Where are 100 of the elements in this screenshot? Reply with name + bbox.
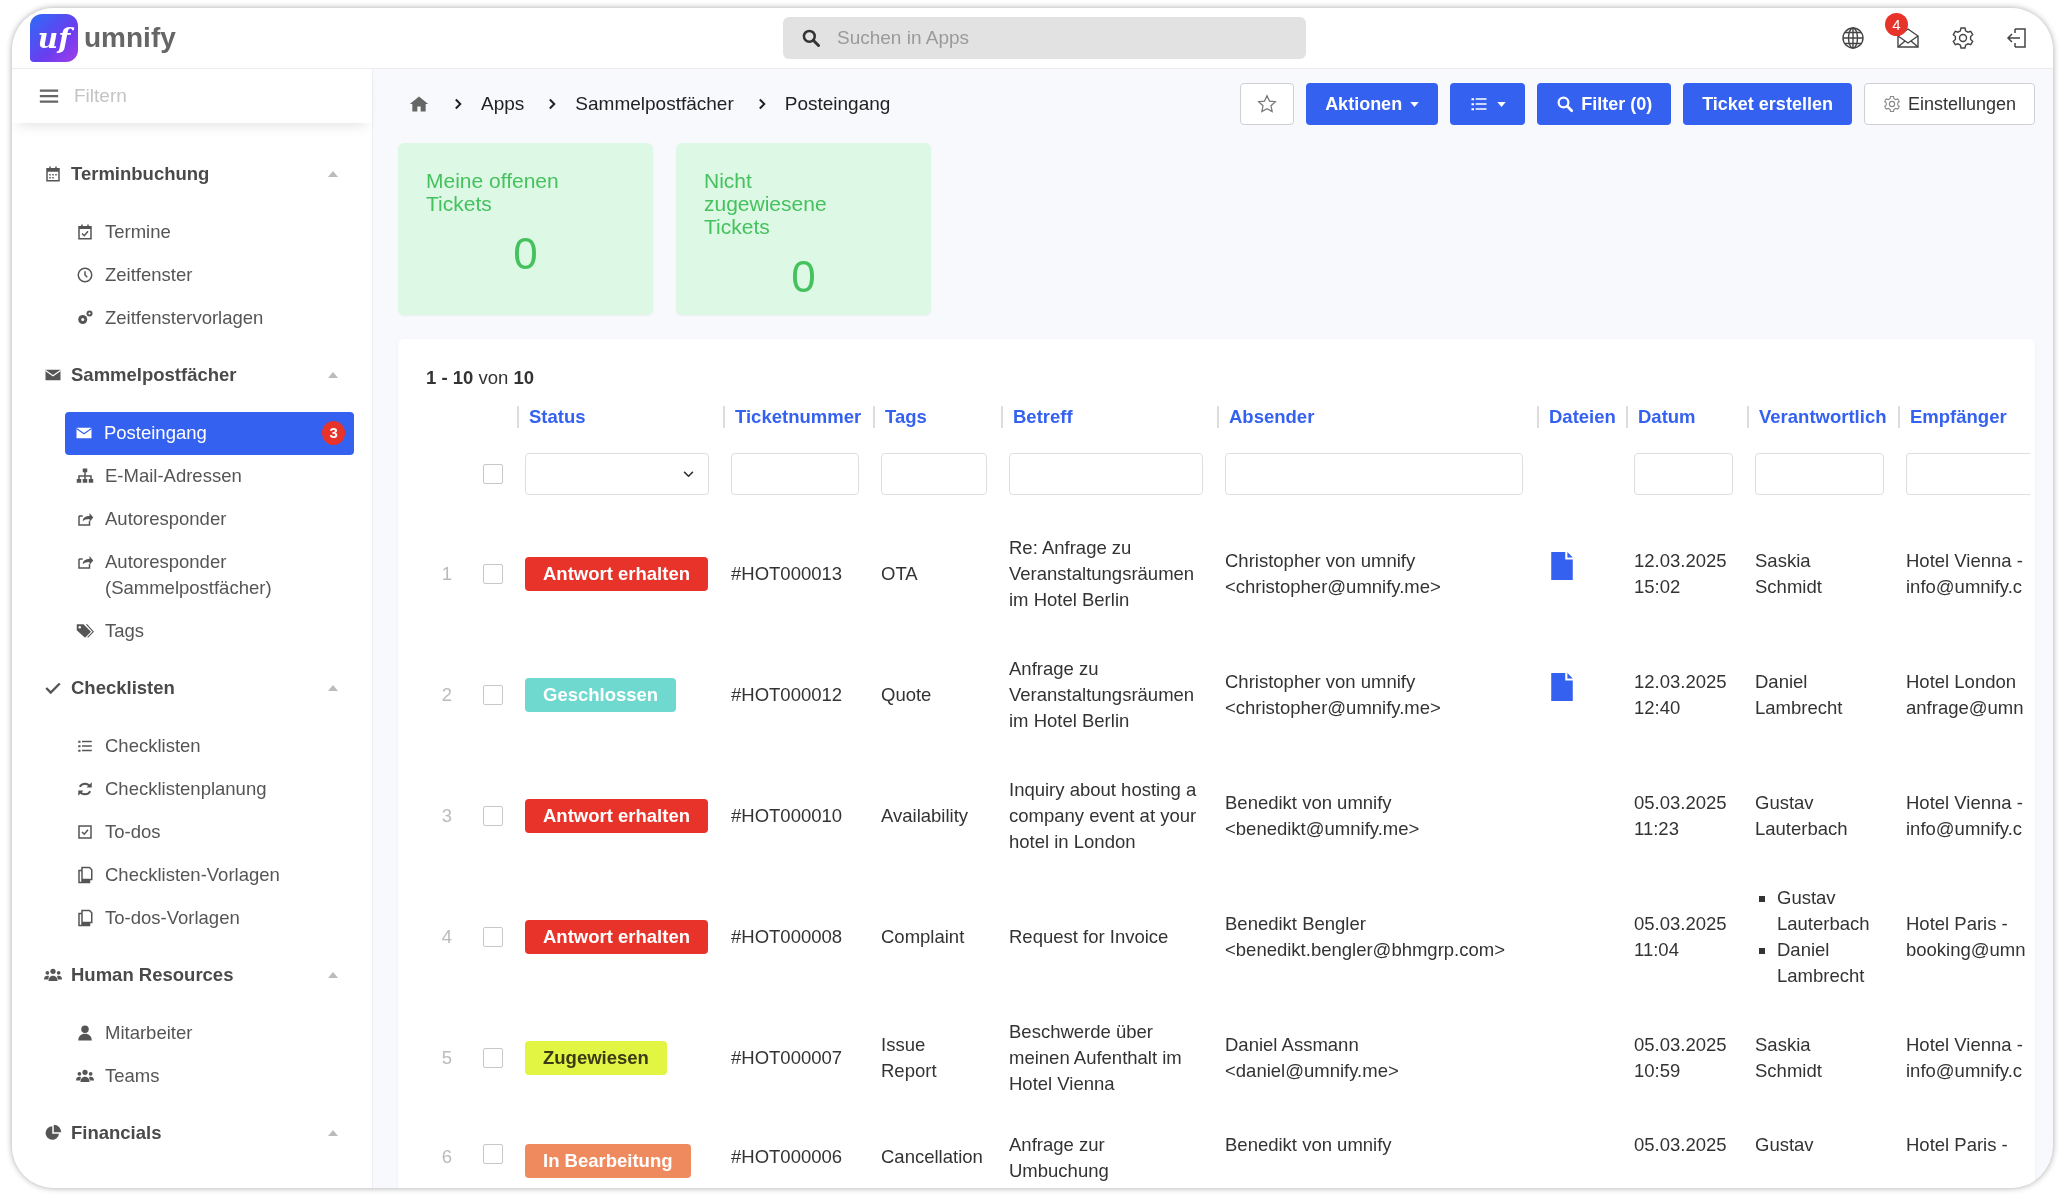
settings-icon[interactable] [1951,26,1975,50]
row-number: 1 [440,561,454,586]
search-icon [1556,95,1575,113]
table-cell-text: 05.03.2025 [1634,1133,1728,1157]
row-checkbox[interactable] [482,926,503,947]
column-header[interactable]: Betreff [1013,406,1073,428]
chevron-icon [548,98,558,110]
table-cell-text: #HOT000006 [731,1145,843,1169]
column-header[interactable]: Status [529,406,586,428]
date-filter-field[interactable] [1634,453,1733,495]
select-all-checkbox[interactable] [482,464,503,484]
row-checkbox[interactable] [482,1047,503,1068]
table-cell-text: Availability [881,803,970,828]
row-number: 5 [440,1045,454,1070]
settings-button[interactable]: Einstellungen [1863,83,2035,125]
row-checkbox[interactable] [482,805,503,826]
checkbox-icon [76,823,94,841]
caret-icon [1410,101,1420,107]
table-cell-text: Gustav Lauterbach [1755,790,1849,841]
filter-button[interactable]: Filter (0) [1537,83,1672,125]
globe-icon[interactable] [1841,26,1865,50]
recipient-filter-field[interactable] [1906,453,2030,495]
sidebar-item[interactable]: To-dos-Vorlagen [65,897,354,940]
favorite-button[interactable] [1240,83,1295,125]
sidebar-section-header[interactable]: Checklisten [12,659,372,717]
view-button[interactable] [1450,83,1526,125]
count-badge: 3 [322,421,345,445]
sidebar-item[interactable]: Checklistenplanung [65,768,354,811]
star-icon [1257,94,1278,114]
chevron-icon [757,98,767,110]
sender-filter-field[interactable] [1225,453,1523,495]
table-cell-text: OTA [881,561,919,586]
row-checkbox[interactable] [482,563,503,584]
create-ticket-button[interactable]: Ticket erstellen [1683,83,1852,125]
column-header[interactable]: Tags [885,406,927,428]
row-number: 4 [440,924,454,949]
column-header[interactable]: Empfänger [1910,406,2007,428]
sidebar-item[interactable]: Checklisten [65,725,354,768]
column-header[interactable]: Dateien [1549,406,1616,428]
tags-filter-field[interactable] [881,453,987,495]
table-cell-text: Hotel London anfrage@umn [1906,669,2025,720]
caret-icon [328,685,338,691]
sidebar-item[interactable]: Checklisten-Vorlagen [65,854,354,897]
breadcrumb-link[interactable]: Apps [481,93,525,115]
subject-filter-field[interactable] [1009,453,1203,495]
refresh-icon [76,780,94,798]
row-checkbox[interactable] [482,1144,503,1164]
table-cell-text: Benedikt Bengler <benedikt.bengler@bhmgrp.com> [1225,911,1506,962]
search-field[interactable]: Suchen in Apps [783,17,1306,59]
sidebar-item[interactable]: Tags [65,610,354,653]
sidebar-item[interactable]: E-Mail-Adressen [65,455,354,498]
sidebar-item[interactable]: Zeitfenster [65,254,354,297]
chevron-down-icon [683,470,694,478]
bullet-icon [1759,947,1765,954]
row-checkbox[interactable] [482,684,503,705]
column-header[interactable]: Absender [1229,406,1315,428]
sidebar-item[interactable]: Autoresponder (Sammelpostfächer) [65,541,354,610]
sidebar-item[interactable]: Autoresponder [65,498,354,541]
table-cell-text: Complaint [881,924,966,949]
table-cell-text: Daniel Lambrecht [1755,669,1844,720]
sidebar-section-header[interactable]: Sammelpostfächer [12,346,372,404]
caret-icon [328,1130,338,1136]
table-cell: #HOT000010 [731,804,843,826]
sidebar-item[interactable]: Termine [65,211,354,254]
sidebar-section-header[interactable]: Human Resources [12,946,372,1004]
table-cell: #HOT000008 [731,925,843,947]
status-badge: Antwort erhalten [525,919,708,954]
clock-icon [76,266,94,284]
status-filter-dropdown[interactable] [525,453,709,495]
table-cell-text: Hotel Vienna - info@umnify.c [1906,548,2024,599]
logo-name: umnify [84,22,176,54]
sidebar-item[interactable]: Mitarbeiter [65,1012,354,1055]
sidebar-section-header[interactable]: Financials [12,1104,372,1162]
breadcrumb-link[interactable]: Sammelpostfächer [575,93,734,115]
column-header[interactable]: Verantwortlich [1759,406,1887,428]
sidebar-item[interactable]: Teams [65,1055,354,1098]
sidebar-item[interactable]: To-dos [65,811,354,854]
table-cell-text: 05.03.2025 11:23 [1634,790,1728,841]
home-icon[interactable] [408,94,430,114]
assignee-filter-field[interactable] [1755,453,1884,495]
table-cell-text: Saskia Schmidt [1755,1032,1823,1083]
column-header[interactable]: Datum [1638,406,1696,428]
copy-icon [76,866,94,884]
file-icon[interactable] [1551,672,1573,701]
table-cell-text: Gustav [1755,1133,1815,1157]
column-header[interactable]: Ticketnummer [735,406,862,428]
sidebar-item[interactable]: Zeitfenstervorlagen [65,297,354,340]
actions-button[interactable]: Aktionen [1306,83,1439,125]
logout-icon[interactable] [2005,26,2029,50]
users-icon [76,1067,94,1085]
sidebar-section-header[interactable]: Terminbuchung [12,145,372,203]
row-number: 2 [440,682,454,707]
table-cell-text: Benedikt von umnify [1225,1133,1393,1157]
breadcrumb-link[interactable]: Posteingang [784,93,891,115]
file-icon[interactable] [1551,551,1573,580]
table-cell: #HOT000007 [731,1046,843,1068]
table-cell-text: Hotel Paris - [1906,1133,2009,1157]
table-cell-text: Hotel Vienna - info@umnify.c [1906,1032,2024,1083]
sidebar-item[interactable]: Posteingang 3 [65,412,354,455]
ticket-filter-field[interactable] [731,453,859,495]
